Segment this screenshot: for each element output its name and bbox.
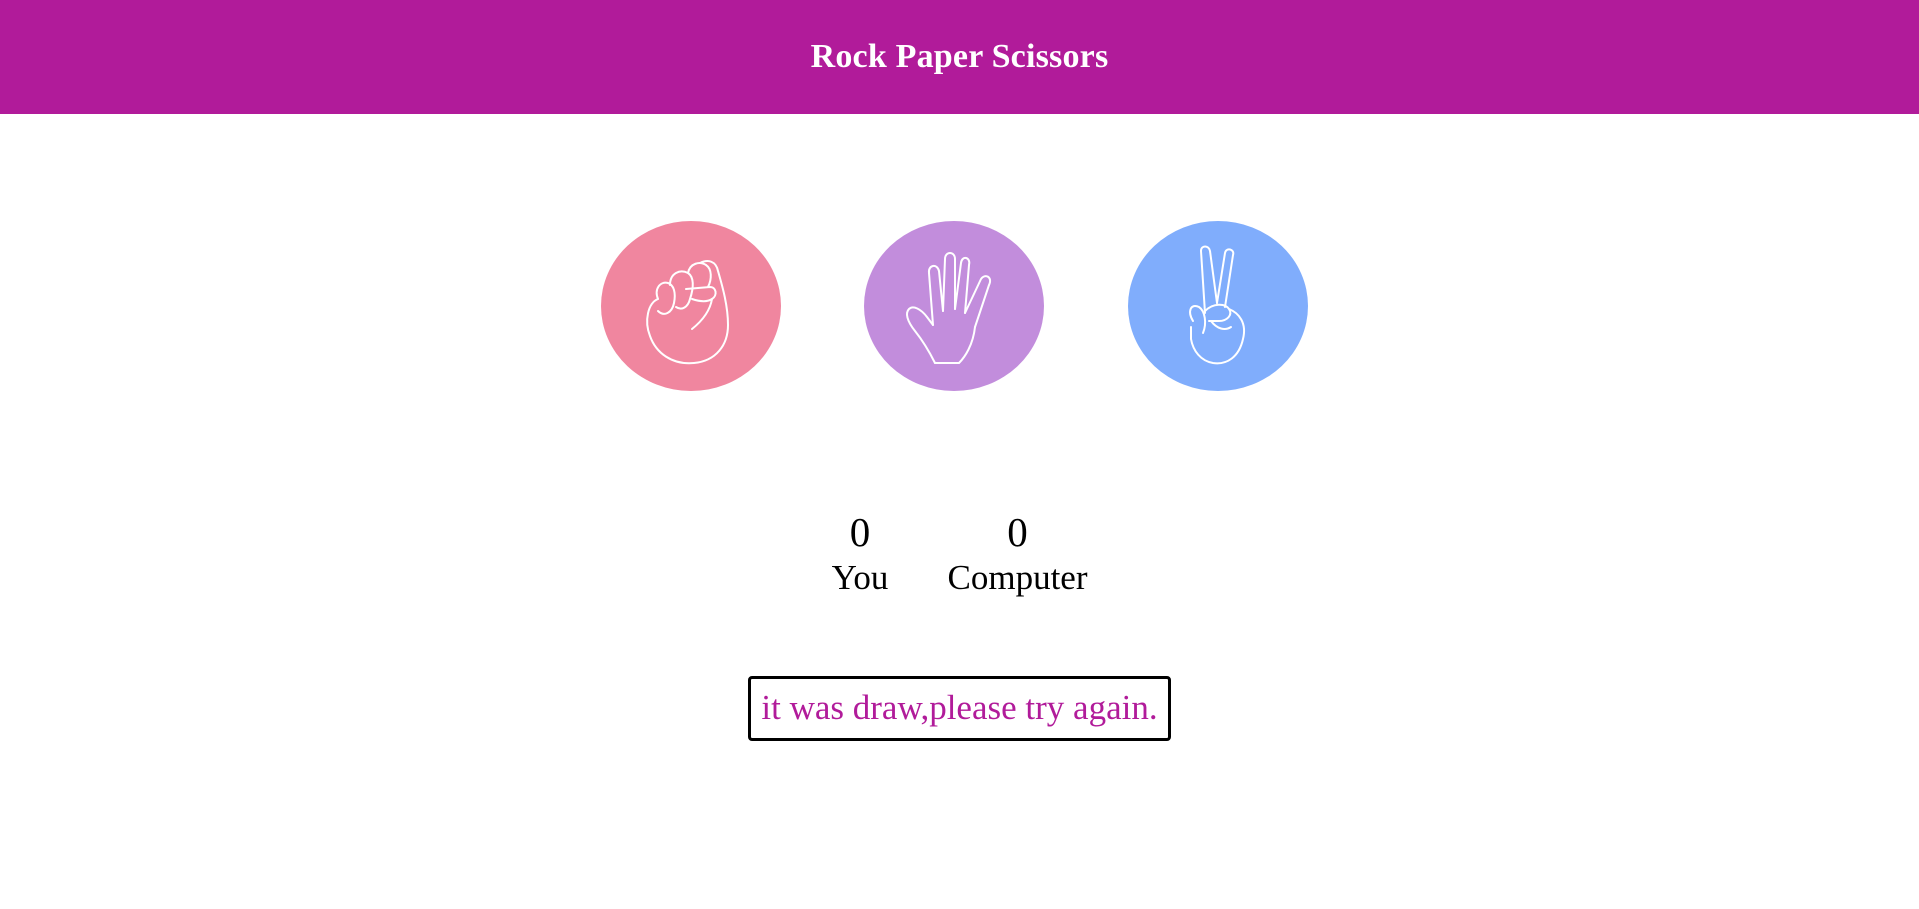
user-score-block: 0 You [810, 508, 910, 600]
user-score: 0 [849, 509, 871, 555]
scissors-choice-button[interactable] [1128, 221, 1308, 391]
paper-choice-button[interactable] [864, 221, 1044, 391]
rock-choice-button[interactable] [601, 221, 781, 391]
open-hand-icon [906, 252, 991, 364]
game-page: Rock Paper Scissors 0 You 0 Computer it … [0, 0, 1919, 909]
header-bar: Rock Paper Scissors [0, 0, 1919, 114]
computer-score-block: 0 Computer [930, 508, 1105, 600]
user-score-label: You [831, 558, 889, 597]
result-message: it was draw,please try again. [748, 676, 1171, 741]
result-message-container: it was draw,please try again. [0, 676, 1919, 741]
computer-score-label: Computer [947, 558, 1088, 597]
computer-score: 0 [1007, 509, 1028, 555]
scoreboard: 0 You 0 Computer [0, 508, 1919, 608]
page-title: Rock Paper Scissors [810, 38, 1109, 75]
fist-hand-icon [646, 260, 729, 365]
choices-container [0, 221, 1919, 391]
peace-hand-icon [1189, 245, 1245, 365]
